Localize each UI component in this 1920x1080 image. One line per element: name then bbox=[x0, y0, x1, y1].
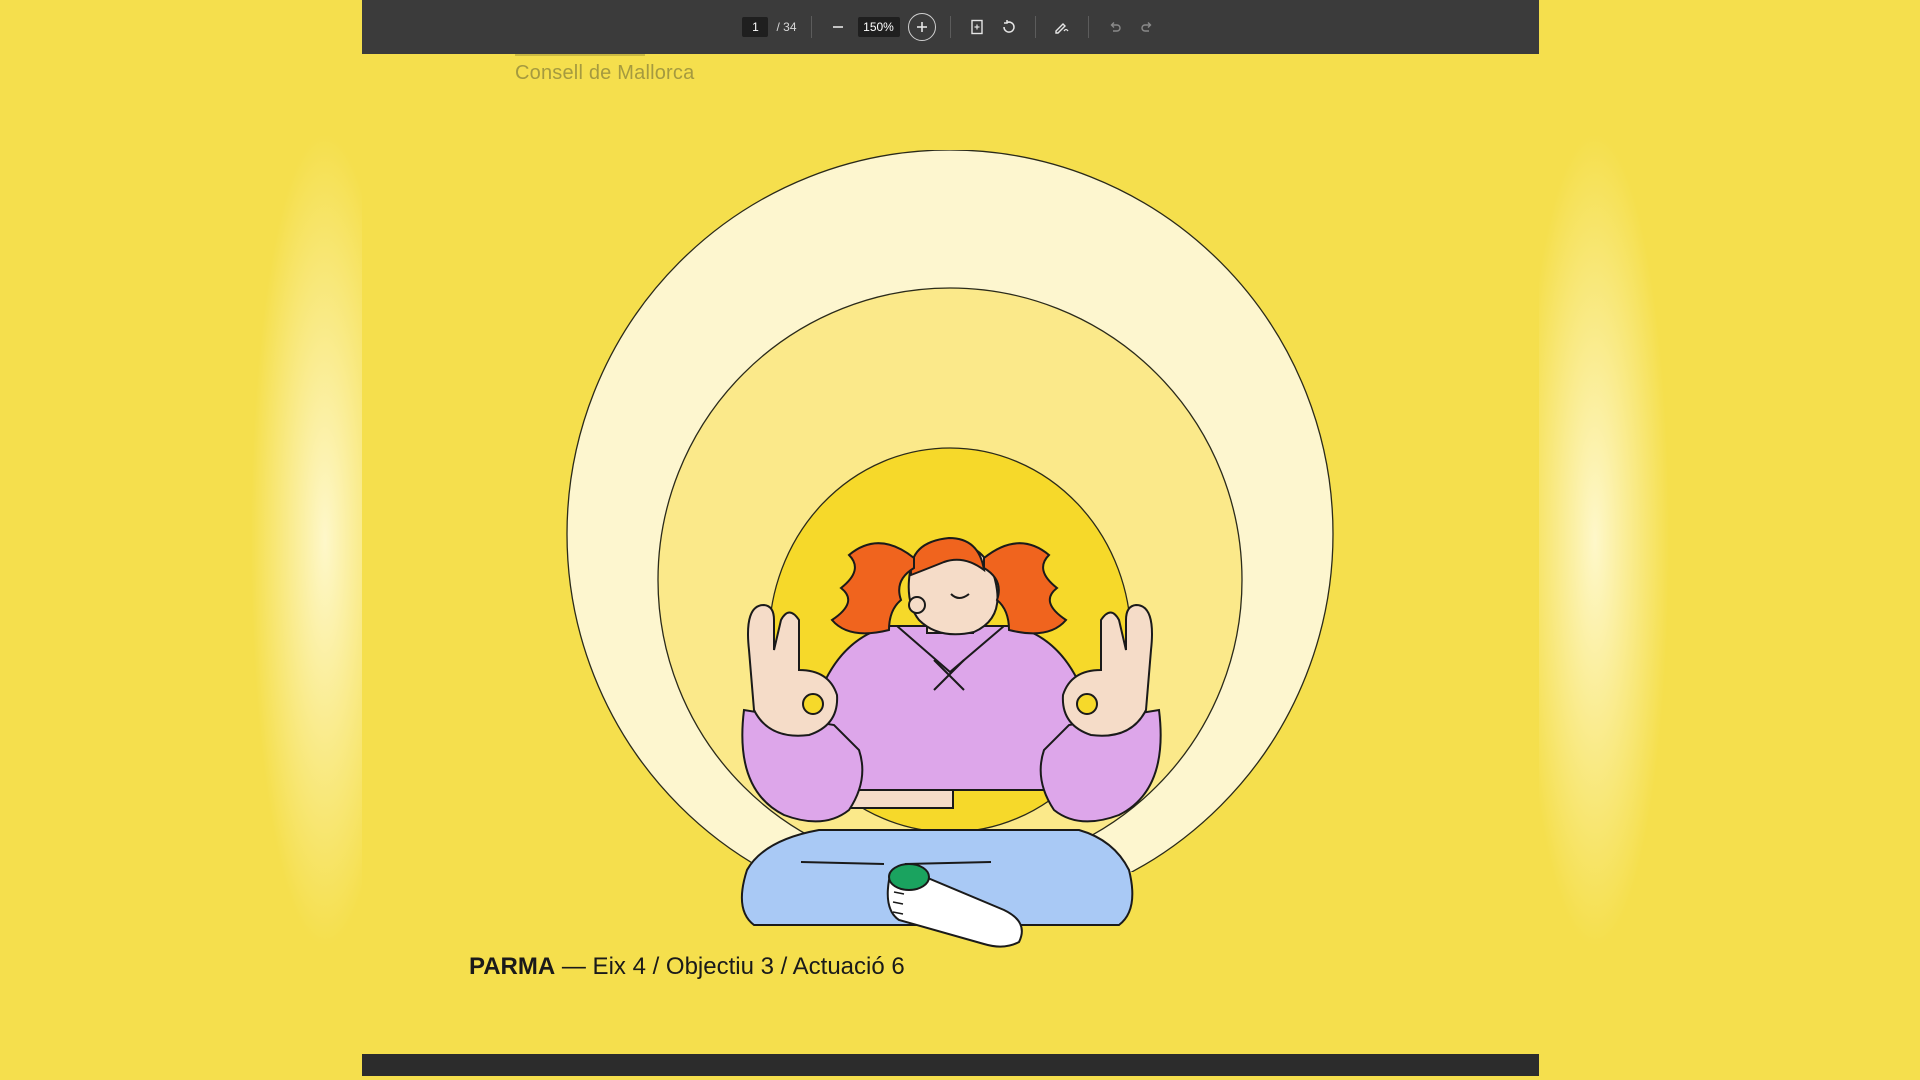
annotation-controls bbox=[1050, 15, 1074, 39]
toolbar-divider bbox=[1087, 16, 1089, 38]
caption-reference: — Eix 4 / Objectiu 3 / Actuació 6 bbox=[555, 953, 905, 980]
cropped-text-line bbox=[515, 44, 645, 56]
toolbar-divider bbox=[949, 16, 951, 38]
history-controls bbox=[1103, 15, 1159, 39]
publisher-name: Consell de Mallorca bbox=[515, 62, 695, 84]
document-caption: PARMA — Eix 4 / Objectiu 3 / Actuació 6 bbox=[469, 953, 905, 981]
undo-icon[interactable] bbox=[1103, 15, 1127, 39]
toolbar-divider bbox=[810, 16, 812, 38]
redo-icon[interactable] bbox=[1135, 15, 1159, 39]
page-navigation: 1 / 34 bbox=[742, 17, 797, 37]
page-separator-bar bbox=[362, 1054, 1539, 1076]
rotate-icon[interactable] bbox=[997, 15, 1021, 39]
pdf-page: Consell de Mallorca PARMA — Eix 4 / Obje… bbox=[362, 54, 1539, 1054]
right-glow bbox=[1520, 130, 1670, 950]
sock-toe bbox=[888, 863, 930, 891]
zoom-level-input[interactable]: 150% bbox=[857, 17, 900, 37]
meditation-illustration bbox=[559, 150, 1341, 950]
view-controls bbox=[965, 15, 1021, 39]
toolbar-divider bbox=[1034, 16, 1036, 38]
fit-page-icon[interactable] bbox=[965, 15, 989, 39]
draw-icon[interactable] bbox=[1050, 15, 1074, 39]
page-total-label: / 34 bbox=[776, 20, 797, 34]
caption-program: PARMA bbox=[469, 953, 556, 980]
zoom-controls: 150% bbox=[826, 13, 936, 41]
plus-circle-icon[interactable] bbox=[907, 13, 936, 41]
minus-icon[interactable] bbox=[826, 15, 850, 39]
pdf-viewer: 1 / 34 150% Consell de Mallorca PARMA — … bbox=[362, 0, 1539, 1080]
page-number-input[interactable]: 1 bbox=[742, 17, 769, 37]
